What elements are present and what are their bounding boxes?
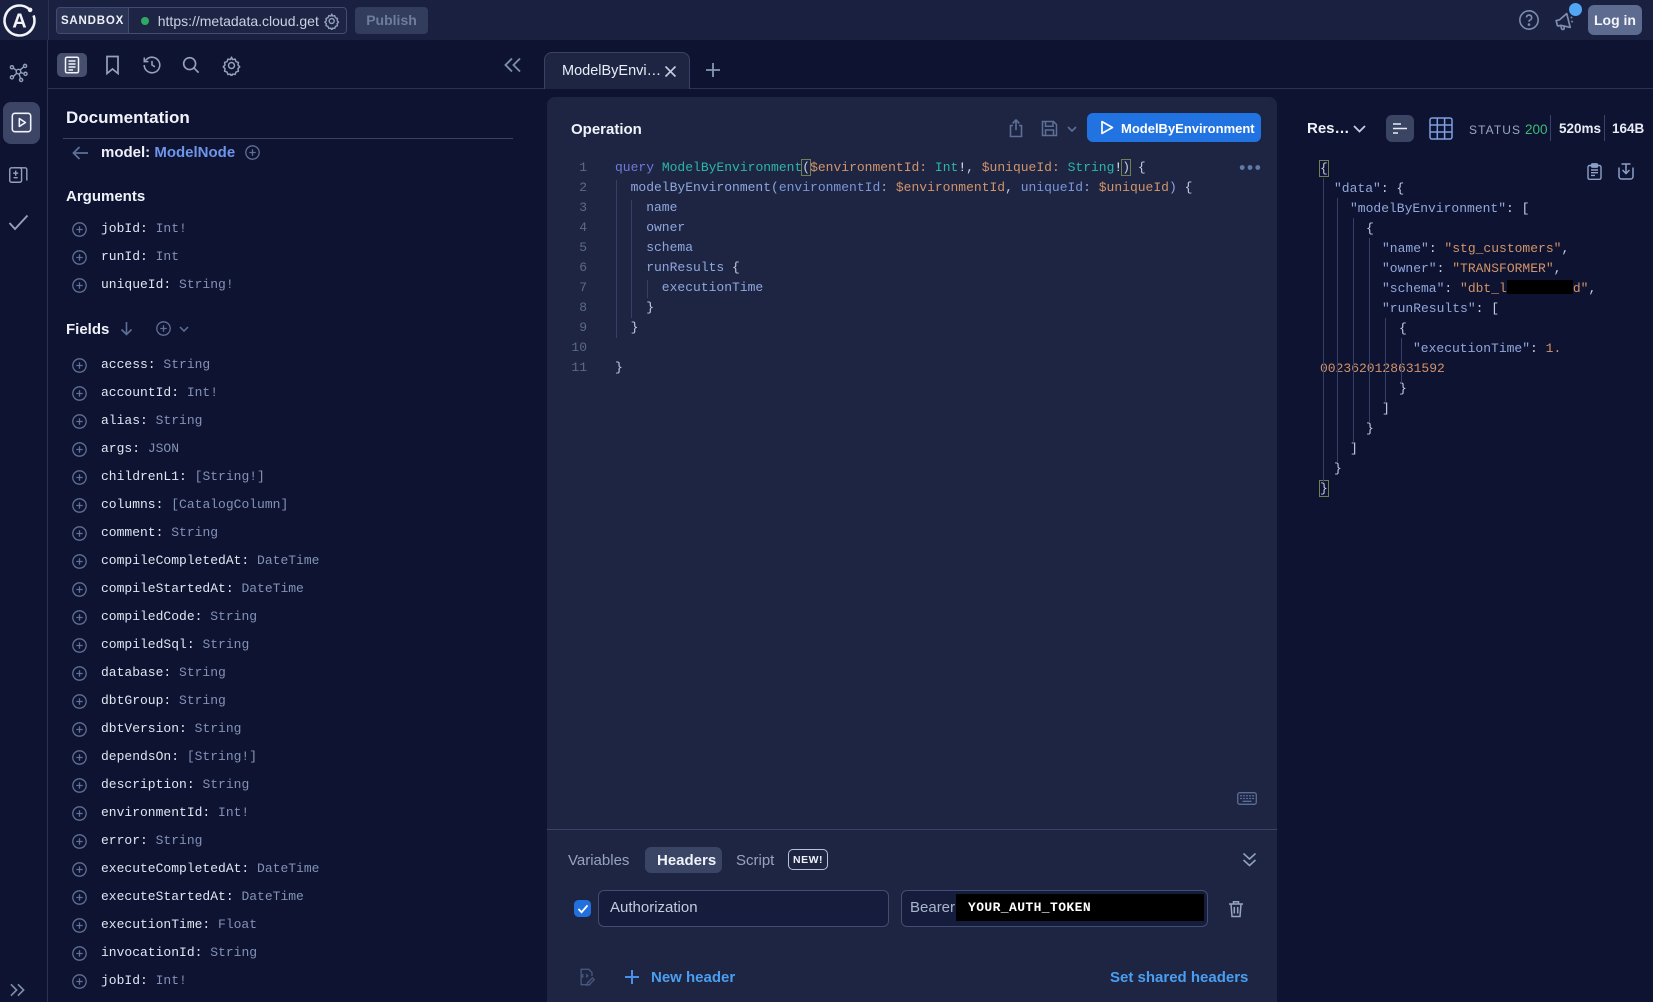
svg-text:A: A (12, 11, 26, 33)
